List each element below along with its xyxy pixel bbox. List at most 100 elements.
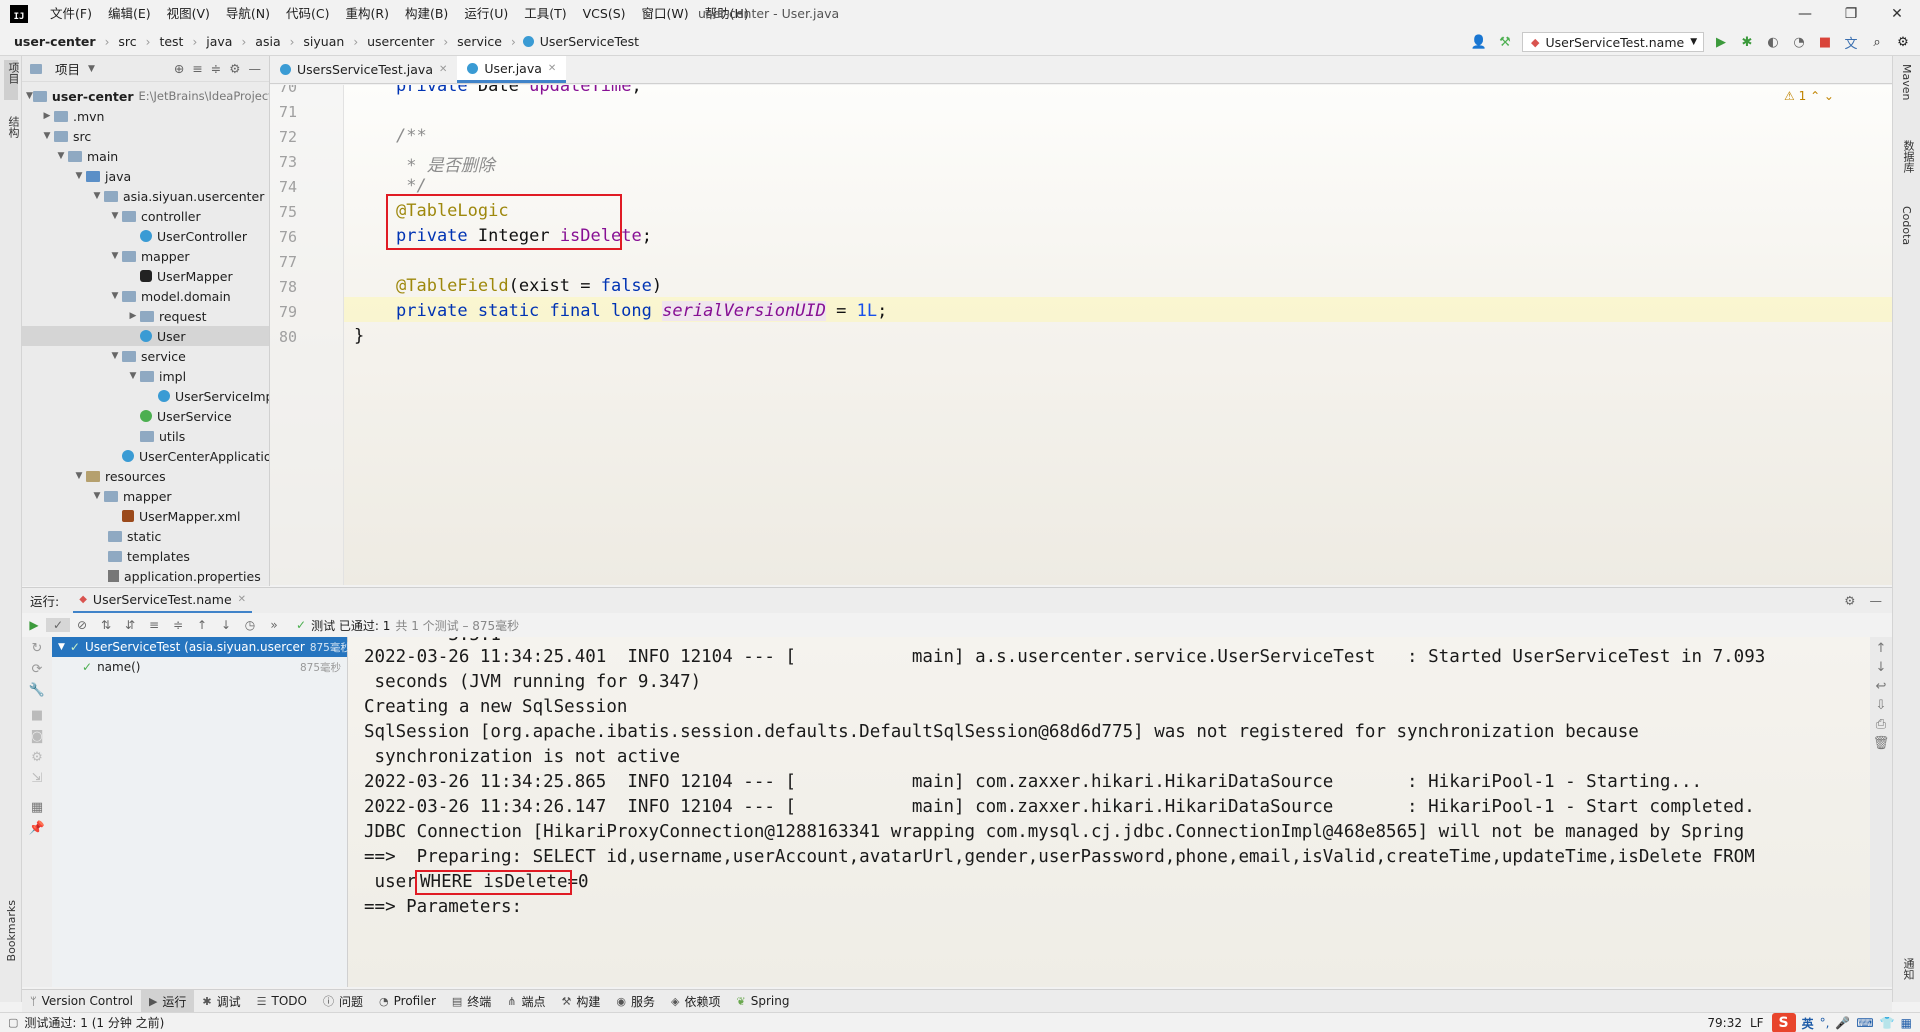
keyboard-icon[interactable]: ⌨ — [1856, 1016, 1873, 1030]
tree-node-impl[interactable]: ▼ impl — [22, 366, 269, 386]
menu-vcs[interactable]: VCS(S) — [575, 0, 634, 28]
tree-node-usercontroller[interactable]: UserController — [22, 226, 269, 246]
rerun-failed-icon[interactable]: ↻ — [22, 641, 52, 656]
project-panel-title[interactable]: 项目 — [55, 59, 80, 78]
more-icon[interactable]: » — [262, 618, 286, 632]
tree-node-mvn[interactable]: ▶ .mvn — [22, 106, 269, 126]
menu-edit[interactable]: 编辑(E) — [100, 0, 159, 28]
tool-endpoints[interactable]: ⋔ 端点 — [499, 990, 553, 1012]
previous-failed-icon[interactable]: ↑ — [190, 618, 214, 632]
tree-node-templates[interactable]: templates — [22, 546, 269, 566]
tree-node-utils[interactable]: utils — [22, 426, 269, 446]
tool-profiler[interactable]: ◔ Profiler — [371, 990, 444, 1012]
run-configuration-select[interactable]: ◆ UserServiceTest.name ▼ — [1522, 32, 1704, 52]
tree-node-userservice[interactable]: UserService — [22, 406, 269, 426]
notifications-tool-button[interactable]: 通知 — [1900, 958, 1916, 980]
breadcrumb-usercenter[interactable]: usercenter — [365, 34, 436, 49]
run-tab[interactable]: ◆ UserServiceTest.name ✕ — [73, 588, 253, 613]
tool-debug[interactable]: ✱ 调试 — [194, 990, 248, 1012]
breadcrumb-project[interactable]: user-center — [12, 34, 98, 49]
microphone-icon[interactable]: 🎤 — [1835, 1016, 1850, 1030]
hide-icon[interactable]: — — [1870, 593, 1883, 608]
close-tab-icon[interactable]: ✕ — [238, 594, 246, 605]
project-tool-button[interactable]: 项目 — [5, 62, 21, 84]
tree-node-resources[interactable]: ▼ resources — [22, 466, 269, 486]
stop-icon[interactable]: ■ — [1816, 35, 1834, 50]
menu-build[interactable]: 构建(B) — [397, 0, 456, 28]
close-tab-icon[interactable]: ✕ — [548, 63, 556, 74]
restore-icon[interactable]: ❐ — [1828, 0, 1874, 28]
breadcrumb-service[interactable]: service — [455, 34, 504, 49]
gear-icon[interactable]: ⚙ — [229, 61, 240, 76]
tree-node-main[interactable]: ▼ main — [22, 146, 269, 166]
settings-icon[interactable]: ⚙ — [22, 750, 52, 765]
tree-node-user[interactable]: User — [22, 326, 269, 346]
menu-file[interactable]: 文件(F) — [42, 0, 100, 28]
minimize-icon[interactable]: — — [1782, 0, 1828, 28]
tool-problems[interactable]: ⓘ 问题 — [315, 990, 371, 1012]
history-icon[interactable]: ◷ — [238, 618, 262, 632]
scroll-up-icon[interactable]: ↑ — [1870, 641, 1892, 656]
tree-node-java[interactable]: ▼ java — [22, 166, 269, 186]
rerun-icon[interactable]: ▶ — [22, 618, 46, 632]
tool-dependencies[interactable]: ◈ 依赖项 — [663, 990, 728, 1012]
sort-duration-icon[interactable]: ⇵ — [118, 618, 142, 632]
menu-code[interactable]: 代码(C) — [278, 0, 337, 28]
tree-node-user-center[interactable]: ▼ user-center E:\JetBrains\IdeaProjects\ — [22, 86, 269, 106]
tree-node-application-properties[interactable]: application.properties — [22, 566, 269, 586]
shirt-icon[interactable]: 👕 — [1880, 1016, 1895, 1030]
menu-refactor[interactable]: 重构(R) — [338, 0, 397, 28]
print-icon[interactable]: ⎙ — [1870, 717, 1892, 732]
tree-node-resources-mapper[interactable]: ▼ mapper — [22, 486, 269, 506]
ime-language[interactable]: 英 — [1802, 1015, 1814, 1032]
layout-icon[interactable]: ▦ — [22, 800, 52, 815]
pin-icon[interactable]: 📌 — [22, 821, 52, 836]
warning-indicator[interactable]: ⚠ 1 ⌃ ⌄ — [1784, 89, 1834, 103]
menu-run[interactable]: 运行(U) — [456, 0, 516, 28]
show-ignored-icon[interactable]: ⊘ — [70, 618, 94, 632]
collapse-all-icon[interactable]: ≑ — [211, 61, 221, 76]
breadcrumb-userservicetest[interactable]: UserServiceTest — [538, 34, 641, 49]
soft-wrap-icon[interactable]: ↩ — [1870, 679, 1892, 694]
menu-navigate[interactable]: 导航(N) — [218, 0, 278, 28]
trash-icon[interactable]: 🗑 — [1870, 736, 1892, 751]
line-separator[interactable]: LF — [1750, 1016, 1764, 1030]
tool-spring[interactable]: ❦ Spring — [729, 990, 798, 1012]
user-icon[interactable]: 👤 — [1470, 35, 1488, 50]
next-failed-icon[interactable]: ↓ — [214, 618, 238, 632]
tree-node-usermapper-xml[interactable]: UserMapper.xml — [22, 506, 269, 526]
expand-all-icon[interactable]: ≡ — [192, 61, 202, 76]
sogou-logo[interactable]: S — [1771, 1013, 1796, 1032]
code-editor[interactable]: 70 71 72 73 74 75 76 77 78 79 80 ⚠ 1 ⌃ ⌄… — [270, 85, 1892, 585]
structure-tool-button[interactable]: 结构 — [5, 116, 21, 138]
console-output[interactable]: 3.5.1 2022-03-26 11:34:25.401 INFO 12104… — [348, 637, 1870, 987]
tree-node-package[interactable]: ▼ asia.siyuan.usercenter — [22, 186, 269, 206]
expand-all-icon[interactable]: ≡ — [142, 618, 166, 632]
coverage-icon[interactable]: ◐ — [1764, 35, 1782, 50]
scroll-to-end-icon[interactable]: ⇩ — [1870, 698, 1892, 713]
bookmarks-tool-button[interactable]: Bookmarks — [5, 900, 18, 961]
tool-run[interactable]: ▶ 运行 — [140, 990, 195, 1012]
menu-window[interactable]: 窗口(W) — [634, 0, 697, 28]
tree-node-mapper[interactable]: ▼ mapper — [22, 246, 269, 266]
tree-node-src[interactable]: ▼ src — [22, 126, 269, 146]
tree-node-userserviceimpl[interactable]: UserServiceImp — [22, 386, 269, 406]
close-tab-icon[interactable]: ✕ — [439, 64, 447, 75]
scroll-down-icon[interactable]: ↓ — [1870, 660, 1892, 675]
tool-terminal[interactable]: ▤ 终端 — [444, 990, 499, 1012]
tool-build[interactable]: ⚒ 构建 — [554, 990, 609, 1012]
settings-icon[interactable]: ⚙ — [1894, 35, 1912, 50]
tree-node-usercenterapplication[interactable]: UserCenterApplication — [22, 446, 269, 466]
debug-icon[interactable]: ✱ — [1738, 35, 1756, 50]
punctuation-icon[interactable]: °, — [1820, 1016, 1830, 1030]
tree-node-request[interactable]: ▶ request — [22, 306, 269, 326]
tree-node-usermapper[interactable]: UserMapper — [22, 266, 269, 286]
translate-icon[interactable]: 文 — [1842, 33, 1860, 52]
tab-usersservicetest[interactable]: UsersServiceTest.java ✕ — [270, 56, 457, 83]
close-icon[interactable]: ✕ — [1874, 0, 1920, 28]
tab-user-java[interactable]: User.java ✕ — [457, 56, 567, 83]
build-hammer-icon[interactable]: ⚒ — [1496, 35, 1514, 50]
maven-tool-button[interactable]: Maven — [1900, 64, 1913, 100]
tree-node-static[interactable]: static — [22, 526, 269, 546]
sort-alpha-icon[interactable]: ⇅ — [94, 618, 118, 632]
